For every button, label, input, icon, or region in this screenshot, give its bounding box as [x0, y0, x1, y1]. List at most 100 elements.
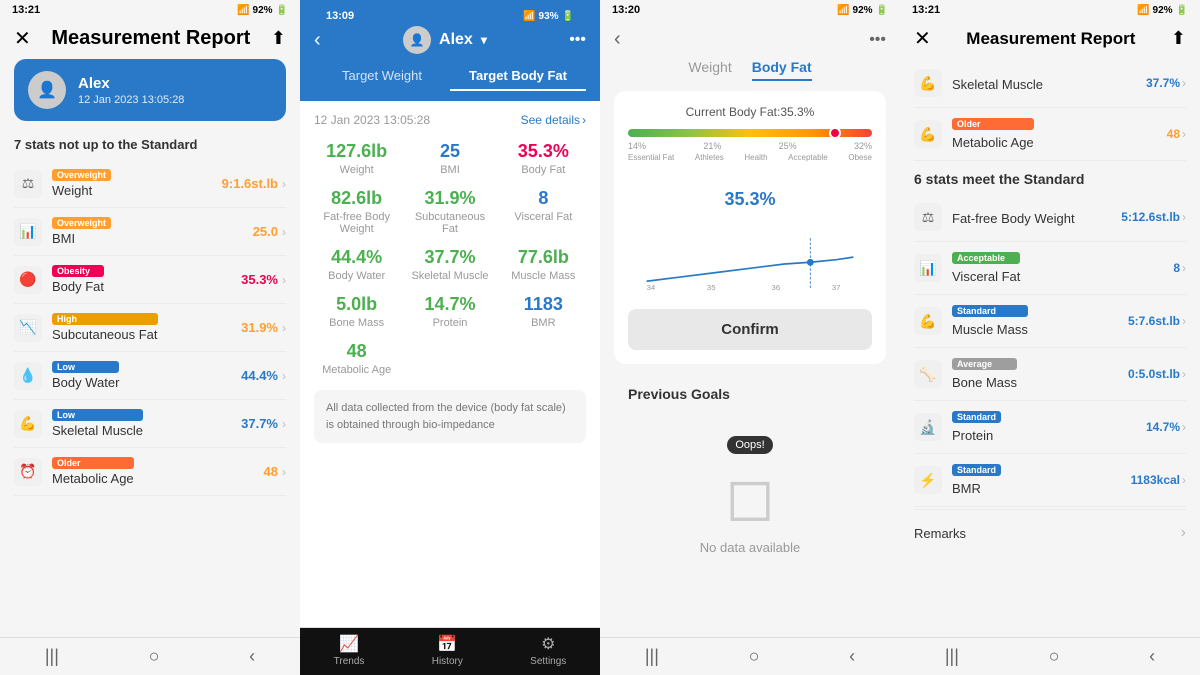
close-icon-p4[interactable]: ✕ [914, 26, 931, 51]
p4-bottom-stat-fatfree[interactable]: ⚖ Fat-free Body Weight 5:12.6st.lb › [914, 193, 1186, 242]
back-icon-p3[interactable]: ‹ [614, 28, 621, 51]
tab-weight-p3[interactable]: Weight [688, 59, 731, 81]
nav-menu-p1[interactable]: ||| [45, 646, 59, 667]
time-p4: 13:21 [912, 4, 940, 16]
chevron-b-bmr: › [1182, 473, 1186, 487]
more-icon-p3[interactable]: ••• [869, 31, 886, 49]
p4-bottom-value-protein: 14.7% [1146, 420, 1180, 434]
p2-back-icon[interactable]: ‹ [314, 29, 321, 52]
stat-badge-skeletal: Low [52, 409, 143, 421]
p2-metric-bonemass[interactable]: 5.0lb Bone Mass [314, 294, 399, 329]
gauge-bar [628, 129, 872, 137]
close-icon-p1[interactable]: ✕ [14, 26, 31, 51]
stat-item-weight[interactable]: ⚖ Overweight Weight 9:1.6st.lb › [14, 160, 286, 208]
p2-metric-muscle[interactable]: 77.6lb Muscle Mass [501, 247, 586, 282]
svg-text:36: 36 [772, 283, 781, 292]
tab-bodyfat-p3[interactable]: Body Fat [752, 59, 812, 81]
p4-bottom-stat-muscle[interactable]: 💪 Standard Muscle Mass 5:7.6st.lb › [914, 295, 1186, 348]
p2-metric-label-visceral: Visceral Fat [501, 211, 586, 223]
p4-icon-skeletal-muscle: 💪 [914, 69, 942, 97]
p2-metric-fatfree[interactable]: 82.6lb Fat-free Body Weight [314, 188, 399, 235]
see-details-link[interactable]: See details › [521, 113, 586, 127]
more-icon-p2[interactable]: ••• [569, 31, 586, 49]
p2-metric-bmr[interactable]: 1183 BMR [501, 294, 586, 329]
p4-bottom-left-protein: 🔬 Standard Protein [914, 411, 1001, 443]
p2-metric-weight[interactable]: 127.6lb Weight [314, 141, 399, 176]
p4-bottom-stat-bonemass[interactable]: 🦴 Average Bone Mass 0:5.0st.lb › [914, 348, 1186, 401]
nav-home-p1[interactable]: ○ [149, 646, 160, 667]
p2-metric-skeletal[interactable]: 37.7% Skeletal Muscle [407, 247, 492, 282]
status-bar-p1: 13:21 📶 92% 🔋 [0, 0, 300, 20]
stat-item-bmi[interactable]: 📊 Overweight BMI 25.0 › [14, 208, 286, 256]
prev-goals-title: Previous Goals [628, 386, 872, 402]
p2-metric-value-bodyfat: 35.3% [501, 141, 586, 162]
p2-metric-subcut[interactable]: 31.9% Subcutaneous Fat [407, 188, 492, 235]
p2-metric-bodywater[interactable]: 44.4% Body Water [314, 247, 399, 282]
share-icon-p4[interactable]: ⬆ [1171, 28, 1186, 49]
battery-p4: 92% [1153, 5, 1173, 16]
p2-metric-protein[interactable]: 14.7% Protein [407, 294, 492, 329]
stat-name-bmi: BMI [52, 231, 111, 246]
p4-bottom-left-bonemass: 🦴 Average Bone Mass [914, 358, 1017, 390]
stat-icon-metabage: ⏰ [14, 458, 42, 486]
p2-metric-value-bodywater: 44.4% [314, 247, 399, 268]
stat-badge-bodyfat: Obesity [52, 265, 104, 277]
nav-home-p3[interactable]: ○ [749, 646, 760, 667]
nav-back-p4[interactable]: ‹ [1149, 646, 1155, 667]
chevron-icon-bmi: › [282, 225, 286, 239]
chevron-skeletal-muscle: › [1182, 76, 1186, 90]
p4-bottom-stat-visceral[interactable]: 📊 Acceptable Visceral Fat 8 › [914, 242, 1186, 295]
p2-metric-label-metabage: Metabolic Age [314, 364, 399, 376]
cat-obese: Obese [848, 153, 872, 162]
p4-bottom-name-protein: Protein [952, 428, 1001, 443]
nav-history[interactable]: 📅 History [432, 634, 463, 667]
p3-content: Current Body Fat:35.3% 14% 21% 25% 32% E… [600, 91, 900, 637]
nav-home-p4[interactable]: ○ [1049, 646, 1060, 667]
nav-trends-label: Trends [334, 656, 365, 667]
stat-item-bodyfat[interactable]: 🔴 Obesity Body Fat 35.3% › [14, 256, 286, 304]
nav-back-p3[interactable]: ‹ [849, 646, 855, 667]
tab-target-weight[interactable]: Target Weight [314, 62, 450, 91]
p4-stat-row-metabolic-age[interactable]: 💪 Older Metabolic Age 48 › [914, 108, 1186, 161]
chevron-right-remarks: › [1181, 524, 1186, 542]
chevron-b-protein: › [1182, 420, 1186, 434]
stat-value-metabage: 48 [264, 464, 278, 479]
p2-metric-metabage[interactable]: 48 Metabolic Age [314, 341, 399, 376]
p2-metric-bmi[interactable]: 25 BMI [407, 141, 492, 176]
stat-item-skeletal[interactable]: 💪 Low Skeletal Muscle 37.7% › [14, 400, 286, 448]
remarks-row[interactable]: Remarks › [914, 512, 1186, 554]
tab-target-bodyfat[interactable]: Target Body Fat [450, 62, 586, 91]
p4-section-label: 6 stats meet the Standard [914, 161, 1186, 193]
share-icon-p1[interactable]: ⬆ [271, 28, 286, 49]
signal-p2: 📶 [523, 11, 535, 22]
stat-value-bmi: 25.0 [253, 224, 278, 239]
battery-icon-p3: 🔋 [876, 5, 888, 16]
stat-item-subcut[interactable]: 📉 High Subcutaneous Fat 31.9% › [14, 304, 286, 352]
nav-menu-p4[interactable]: ||| [945, 646, 959, 667]
p4-bottom-stat-bmr[interactable]: ⚡ Standard BMR 1183kcal › [914, 454, 1186, 507]
time-p2: 13:09 [326, 10, 354, 22]
p1-stats-list: ⚖ Overweight Weight 9:1.6st.lb › 📊 Overw… [0, 160, 300, 637]
p2-metric-bodyfat[interactable]: 35.3% Body Fat [501, 141, 586, 176]
nav-trends[interactable]: 📈 Trends [334, 634, 365, 667]
p2-metric-value-fatfree: 82.6lb [314, 188, 399, 209]
confirm-button[interactable]: Confirm [628, 309, 872, 350]
nav-menu-p3[interactable]: ||| [645, 646, 659, 667]
p4-stat-row-skeletal-muscle[interactable]: 💪 Skeletal Muscle 37.7% › [914, 59, 1186, 108]
p2-tabs: Target Weight Target Body Fat [314, 62, 586, 91]
stat-item-bodywater[interactable]: 💧 Low Body Water 44.4% › [14, 352, 286, 400]
p1-user-card: 👤 Alex 12 Jan 2023 13:05:28 [14, 59, 286, 121]
p4-bottom-stat-protein[interactable]: 🔬 Standard Protein 14.7% › [914, 401, 1186, 454]
p4-title: Measurement Report [966, 29, 1135, 49]
p2-username: Alex [439, 31, 473, 49]
remarks-label: Remarks [914, 526, 966, 541]
p4-bottom-icon-visceral: 📊 [914, 254, 942, 282]
stat-item-metabage[interactable]: ⏰ Older Metabolic Age 48 › [14, 448, 286, 496]
p4-bottom-icon-muscle: 💪 [914, 307, 942, 335]
p2-metric-visceral[interactable]: 8 Visceral Fat [501, 188, 586, 235]
chevron-down-icon-p2: ▾ [481, 33, 487, 47]
nav-settings[interactable]: ⚙ Settings [530, 634, 566, 667]
nav-back-p1[interactable]: ‹ [249, 646, 255, 667]
badge-b-visceral: Acceptable [952, 252, 1020, 264]
no-data-label: No data available [700, 540, 800, 555]
